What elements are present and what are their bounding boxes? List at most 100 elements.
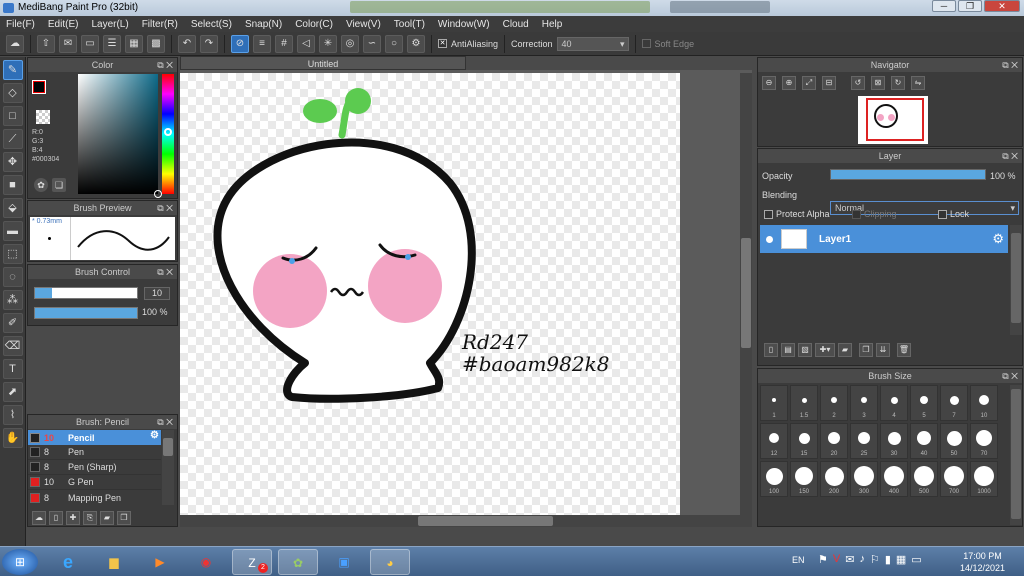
folder-icon[interactable]: ▰ — [838, 343, 852, 357]
menu-window[interactable]: Window(W) — [438, 19, 490, 30]
brush-size-option[interactable]: 30 — [880, 423, 908, 459]
brush-size-option[interactable]: 1000 — [970, 461, 998, 497]
copy-brush-icon[interactable]: ⎘ — [83, 511, 97, 525]
navigator-thumbnail[interactable] — [858, 96, 928, 144]
menu-select[interactable]: Select(S) — [191, 19, 232, 30]
brush-size-option[interactable]: 300 — [850, 461, 878, 497]
menu-tool[interactable]: Tool(T) — [394, 19, 425, 30]
zoom-minus-icon[interactable]: ⊟ — [822, 76, 836, 90]
menu-filter[interactable]: Filter(R) — [142, 19, 178, 30]
brush-size-option[interactable]: 200 — [820, 461, 848, 497]
menu-view[interactable]: View(V) — [346, 19, 381, 30]
medibang-taskbar-icon[interactable]: ◕ — [370, 549, 410, 575]
maximize-button[interactable]: ❐ — [958, 0, 982, 12]
perspective-snap-icon[interactable]: ◁ — [297, 34, 315, 53]
shape-tool-icon[interactable]: ■ — [2, 175, 23, 195]
select-pen-tool-icon[interactable]: ✐ — [2, 313, 23, 333]
lock-checkbox[interactable] — [938, 209, 947, 219]
flip-icon[interactable]: ⇋ — [911, 76, 925, 90]
brush-size-option[interactable]: 150 — [790, 461, 818, 497]
brush-size-option[interactable]: 40 — [910, 423, 938, 459]
gradient-tool-icon[interactable]: ▬ — [2, 221, 23, 241]
layer-row[interactable]: Layer1 ⚙ — [760, 225, 1008, 253]
antialias-checkbox[interactable]: ✕ — [438, 39, 447, 48]
soft-edge-checkbox[interactable] — [641, 39, 651, 48]
clipping-toggle[interactable]: Clipping — [852, 209, 897, 219]
hand-tool-icon[interactable]: ✋ — [2, 428, 23, 448]
brush-size-option[interactable]: 7 — [940, 385, 968, 421]
brush-size-option[interactable]: 20 — [820, 423, 848, 459]
color-history-icon[interactable]: ❏ — [52, 178, 66, 192]
list-item-g-pen[interactable]: 10 G Pen — [28, 475, 161, 490]
volume-icon[interactable]: ♪ — [859, 553, 865, 566]
protect-alpha-checkbox[interactable] — [764, 209, 773, 219]
menu-help[interactable]: Help — [542, 19, 563, 30]
list-item-pencil[interactable]: 10 Pencil ⚙ — [28, 430, 161, 445]
tile-icon[interactable]: ▩ — [147, 34, 165, 53]
brush-size-option[interactable]: 12 — [760, 423, 788, 459]
panel-float-close-icons[interactable]: ⧉ ✕ — [157, 265, 173, 279]
magic-wand-tool-icon[interactable]: ⁂ — [2, 290, 23, 310]
panel-float-close-icons[interactable]: ⧉ ✕ — [157, 201, 173, 215]
list-item-mapping-pen[interactable]: 8 Mapping Pen — [28, 490, 161, 505]
fit-icon[interactable]: ⤢ — [802, 76, 816, 90]
brush-size-option[interactable]: 5 — [910, 385, 938, 421]
zoom-out-icon[interactable]: ⊖ — [762, 76, 776, 90]
add-layer-menu-icon[interactable]: ✚▾ — [815, 343, 835, 357]
duplicate-layer-icon[interactable]: ❐ — [859, 343, 873, 357]
brush-size-scrollbar[interactable] — [1010, 385, 1022, 525]
reset-icon[interactable]: ⊠ — [871, 76, 885, 90]
operation-tool-icon[interactable]: ⬈ — [2, 382, 23, 402]
hue-slider[interactable] — [162, 74, 174, 194]
menu-file[interactable]: File(F) — [6, 19, 35, 30]
palette-icon[interactable]: ✿ — [34, 178, 48, 192]
duplicate-icon[interactable]: ❐ — [117, 511, 131, 525]
cloud-brush-icon[interactable]: ☁ — [32, 511, 46, 525]
eyedropper-tool-icon[interactable]: ⌇ — [2, 405, 23, 425]
zalo-icon[interactable]: Z 2 — [232, 549, 272, 575]
brush-size-option[interactable]: 15 — [790, 423, 818, 459]
brush-opacity-slider[interactable] — [34, 307, 138, 319]
list-item-pen-sharp[interactable]: 8 Pen (Sharp) — [28, 460, 161, 475]
cloud-icon[interactable]: ☁ — [6, 34, 24, 53]
new-brush-icon[interactable]: ▯ — [49, 511, 63, 525]
brush-size-option[interactable]: 10 — [970, 385, 998, 421]
zoom-app-icon[interactable]: ▣ — [324, 549, 364, 575]
lock-toggle[interactable]: Lock — [938, 209, 969, 219]
folder-icon[interactable]: ▰ — [100, 511, 114, 525]
list-item-pen[interactable]: 8 Pen — [28, 445, 161, 460]
network-icon[interactable]: ▮ — [885, 553, 891, 566]
undo-icon[interactable]: ↶ — [178, 34, 196, 53]
saturation-value-picker[interactable] — [78, 74, 162, 198]
menu-color[interactable]: Color(C) — [295, 19, 333, 30]
tray-icon[interactable]: ▦ — [896, 553, 906, 566]
brush-size-option[interactable]: 400 — [880, 461, 908, 497]
eye-icon[interactable] — [766, 235, 773, 243]
flag-icon[interactable]: ⚐ — [870, 553, 880, 566]
correction-dropdown[interactable]: 40 ▾ — [556, 36, 629, 51]
menu-cloud[interactable]: Cloud — [503, 19, 529, 30]
pen-tool-icon[interactable]: ⟋ — [2, 129, 23, 149]
snap-off-icon[interactable]: ⊘ — [231, 34, 249, 53]
menu-edit[interactable]: Edit(E) — [48, 19, 79, 30]
lasso-tool-icon[interactable]: ◌ — [2, 267, 23, 287]
document-tab[interactable]: Untitled — [180, 56, 466, 70]
brush-size-option[interactable]: 4 — [880, 385, 908, 421]
brush-size-option[interactable]: 3 — [850, 385, 878, 421]
brush-size-option[interactable]: 70 — [970, 423, 998, 459]
transparent-color-swatch[interactable] — [36, 110, 50, 124]
parallel-snap-icon[interactable]: ≡ — [253, 34, 271, 53]
text-tool-icon[interactable]: T — [2, 359, 23, 379]
panel-float-close-icons[interactable]: ⧉ ✕ — [1002, 149, 1018, 163]
panel-float-close-icons[interactable]: ⧉ ✕ — [157, 58, 173, 72]
internet-explorer-icon[interactable]: e — [48, 549, 88, 575]
tray-icon[interactable]: ⚑ — [818, 553, 828, 566]
battery-icon[interactable]: ▭ — [911, 553, 921, 566]
add-brush-icon[interactable]: ✚ — [66, 511, 80, 525]
brush-tool-icon[interactable]: ✎ — [2, 60, 23, 80]
brush-size-option[interactable]: 25 — [850, 423, 878, 459]
panel-float-close-icons[interactable]: ⧉ ✕ — [1002, 58, 1018, 72]
canvas-vertical-scrollbar[interactable] — [740, 73, 752, 515]
curve-snap-icon[interactable]: ∽ — [363, 34, 381, 53]
start-button[interactable]: ⊞ — [2, 549, 38, 575]
